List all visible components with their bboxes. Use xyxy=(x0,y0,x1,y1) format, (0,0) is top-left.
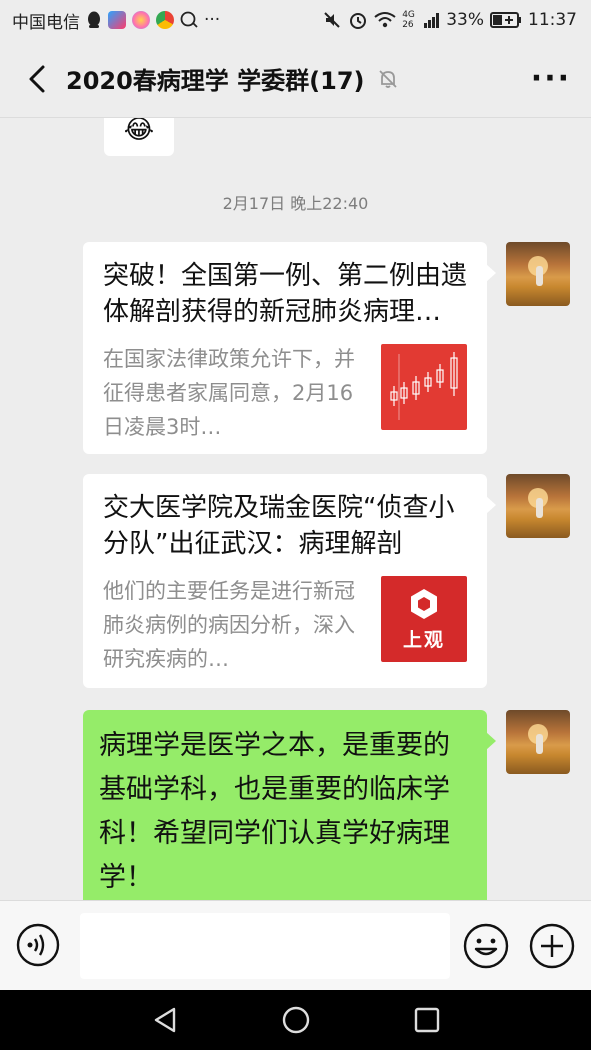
logo-text: 上观 xyxy=(402,628,445,651)
laughing-emoji-icon: 😂 xyxy=(123,118,155,145)
input-bar xyxy=(0,900,591,990)
stock-chart-thumbnail xyxy=(381,344,467,430)
mute-status-icon xyxy=(324,12,340,28)
avatar[interactable] xyxy=(506,710,570,774)
app-icon-ball xyxy=(132,11,150,29)
more-notifications: ··· xyxy=(204,10,221,30)
wifi-icon xyxy=(374,12,396,28)
link-card-message[interactable]: 突破！全国第一例、第二例由遗体解剖获得的新冠肺炎病理报告出炉 在国家法律政策允许… xyxy=(83,242,496,454)
bell-off-icon xyxy=(378,69,397,88)
network-type: 4G 26 xyxy=(402,10,415,30)
alarm-icon xyxy=(350,13,367,29)
app-icon-youku xyxy=(108,11,126,29)
nav-recents-icon[interactable] xyxy=(412,1005,442,1035)
chat-header: 2020春病理学 学委群(17) ··· xyxy=(0,40,591,118)
signal-icon xyxy=(424,13,440,28)
nav-back-icon[interactable] xyxy=(150,1005,180,1035)
battery-percent: 33% xyxy=(446,10,484,30)
chevron-left-icon[interactable] xyxy=(20,62,54,96)
message-input[interactable] xyxy=(80,913,450,979)
chat-bubble-icon xyxy=(180,11,198,28)
emoji-icon[interactable] xyxy=(463,923,509,969)
card-title: 交大医学院及瑞金医院“侦查小分队”出征武汉：病理解剖 xyxy=(103,493,455,559)
avatar[interactable] xyxy=(506,242,570,306)
emoji-message: 😂 xyxy=(104,118,174,156)
link-card-message[interactable]: 交大医学院及瑞金医院“侦查小分队”出征武汉：病理解剖 他们的主要任务是进行新冠肺… xyxy=(83,474,496,688)
qq-icon xyxy=(88,11,100,28)
nav-home-icon[interactable] xyxy=(281,1005,311,1035)
system-navigation-bar xyxy=(0,990,591,1050)
hexagon-logo-icon xyxy=(411,588,437,619)
chat-title: 2020春病理学 学委群(17) xyxy=(66,67,365,95)
avatar[interactable] xyxy=(506,474,570,538)
app-icon-chrome xyxy=(156,11,174,29)
status-bar: 中国电信 ··· 4G 26 33% 11:37 xyxy=(0,0,591,40)
shangguan-logo: 上观 xyxy=(381,576,467,662)
card-description: 他们的主要任务是进行新冠肺炎病例的病因分析，深入研究疾病的… xyxy=(103,579,355,671)
battery-icon xyxy=(490,12,521,28)
voice-icon[interactable] xyxy=(16,923,60,967)
text-message-self[interactable]: 病理学是医学之本，是重要的基础学科，也是重要的临床学科！希望同学们认真学好病理学… xyxy=(83,710,496,900)
more-icon[interactable]: ··· xyxy=(531,63,571,94)
card-description: 在国家法律政策允许下，并征得患者家属同意，2月16日凌晨3时… xyxy=(103,347,355,439)
clock: 11:37 xyxy=(528,10,577,30)
chat-message-list[interactable]: 😂 2月17日 晚上22:40 突破！全国第一例、第二例由遗体解剖获得的新冠肺炎… xyxy=(0,118,591,900)
plus-icon[interactable] xyxy=(529,923,575,969)
carrier-label: 中国电信 xyxy=(12,12,80,33)
message-timestamp: 2月17日 晚上22:40 xyxy=(222,194,369,213)
card-title: 突破！全国第一例、第二例由遗体解剖获得的新冠肺炎病理报告出炉 xyxy=(103,261,467,327)
